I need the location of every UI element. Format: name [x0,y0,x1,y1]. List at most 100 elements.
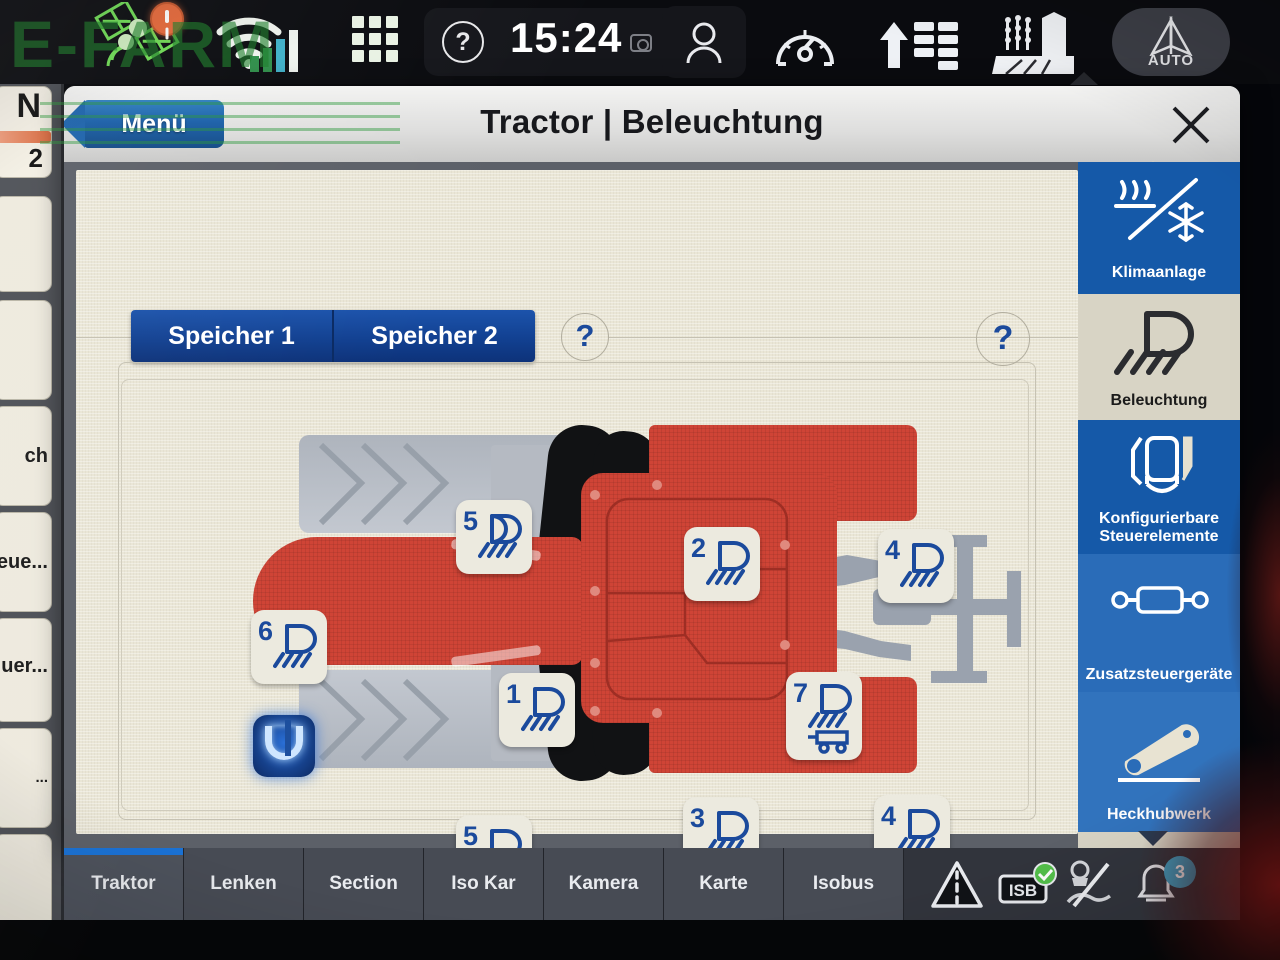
tab-isobus[interactable]: Isobus [784,848,904,920]
clock-label: 15:24 [510,14,623,61]
isb-icon[interactable]: ISB [998,862,1058,908]
dialog-title-bar: Menü Tractor | Beleuchtung [64,86,1240,162]
configurable-controls-icon [1131,436,1193,493]
sidebar-item-label: Klimaanlage [1111,264,1207,281]
list-item[interactable]: N 2 [0,86,52,178]
work-light-trailer-icon [808,684,852,754]
lighting-dialog: Menü Tractor | Beleuchtung Speicher 1 Sp… [64,86,1240,848]
light-badge-4-rear-left[interactable]: 4 [878,529,954,603]
background-list-panel: N 2 ch eue... uer... ... [0,84,64,938]
climate-control-icon [1114,178,1204,243]
lighting-content-panel: Speicher 1 Speicher 2 ? ? 5 6 1 2 4 7 5 … [76,170,1078,848]
implement-disabled-icon[interactable] [1062,860,1118,910]
user-profile-icon [686,22,722,64]
work-light-icon [273,624,317,668]
auto-steer-icon [1149,16,1193,56]
tab-speicher-2[interactable]: Speicher 2 [332,310,535,362]
light-badge-2[interactable]: 2 [684,527,760,601]
guidance-line-icon[interactable] [930,860,984,910]
list-item[interactable] [0,300,52,400]
sidebar-item-label: Konfigurierbare Steuerelemente [1098,510,1219,545]
list-item-sublabel: 2 [28,143,43,173]
sidebar-item-label: Zusatzsteuergeräte [1085,666,1233,683]
svg-text:ISB: ISB [1009,881,1037,900]
warning-badge-icon [150,2,184,36]
signal-bars-icon [250,30,298,72]
settings-side-menu: Klimaanlage Beleuchtung Konfigurierbare … [1078,161,1240,848]
divider [76,337,131,338]
auto-steer-button[interactable]: AUTO [1112,8,1230,76]
list-item-label: ... [35,769,48,786]
notification-bell-button[interactable]: 3 [1136,856,1196,910]
user-profile-button[interactable] [662,6,746,78]
sidebar-item-heckhubwerk[interactable]: Heckhubwerk [1078,692,1240,832]
memory-tab-group: Speicher 1 Speicher 2 [131,310,535,362]
tab-traktor[interactable]: Traktor [64,848,184,920]
work-light-icon [897,809,940,848]
sidemenu-notch [1070,72,1098,85]
rear-linkage-icon [1118,724,1200,782]
list-item-label: N [16,87,41,125]
screen-bezel-bottom [0,920,1280,960]
light-badge-5-rear[interactable]: 5 [456,815,532,848]
bottom-tab-bar: Traktor Lenken Section Iso Kar Kamera Ka… [64,848,1240,920]
diagram-help-button[interactable]: ? [976,312,1030,366]
auxiliary-valve-icon [1111,586,1209,614]
tab-karte[interactable]: Karte [664,848,784,920]
list-item[interactable] [0,196,52,292]
light-badge-number: 3 [690,803,706,833]
list-item-label: eue... [0,551,48,573]
tab-speicher-1[interactable]: Speicher 1 [131,310,332,362]
scroll-down-arrow-icon[interactable] [1138,831,1168,846]
light-badge-6[interactable]: 6 [251,610,327,684]
list-item-label: uer... [1,655,48,677]
work-light-icon [521,687,565,731]
work-light-icon [706,541,750,585]
dialog-body: Speicher 1 Speicher 2 ? ? 5 6 1 2 4 7 5 … [64,161,1240,848]
speedometer-icon[interactable] [774,18,836,70]
tread-pattern-right [318,678,450,762]
pencil-icon [0,131,51,143]
farm-field-icon[interactable] [992,12,1074,74]
tab-section[interactable]: Section [304,848,424,920]
list-item[interactable]: ... [0,728,52,828]
close-icon[interactable] [1168,102,1214,148]
sidebar-item-zusatzsteuergeraete[interactable]: Zusatzsteuergeräte [1078,554,1240,692]
light-badge-7-trailer[interactable]: 7 [786,672,862,760]
list-item[interactable]: ch [0,406,52,506]
u-light-glow-icon [265,720,303,760]
list-item[interactable]: eue... [0,512,52,612]
tab-lenken[interactable]: Lenken [184,848,304,920]
light-badge-3[interactable]: 3 [683,797,759,848]
sidebar-item-label: Heckhubwerk [1106,806,1212,823]
tab-kamera[interactable]: Kamera [544,848,664,920]
light-badge-1[interactable]: 1 [499,673,575,747]
work-light-icon [478,514,522,558]
light-badge-number: 4 [885,535,901,565]
light-badge-number: 5 [463,821,479,848]
sidebar-item-label: Beleuchtung [1110,392,1208,409]
sidebar-item-konfigurierbare-steuerelemente[interactable]: Konfigurierbare Steuerelemente [1078,420,1240,554]
sidebar-item-klimaanlage[interactable]: Klimaanlage [1078,162,1240,294]
lighting-icon [1114,311,1194,375]
light-badge-number: 1 [506,679,522,709]
camera-icon[interactable] [630,34,652,52]
help-icon[interactable]: ? [442,21,484,63]
light-badge-number: 5 [463,506,479,536]
light-badge-5-front[interactable]: 5 [456,500,532,574]
work-light-icon [707,811,749,848]
list-item[interactable]: uer... [0,618,52,722]
sidebar-item-beleuchtung[interactable]: Beleuchtung [1078,294,1240,420]
app-grid-icon[interactable] [352,16,400,66]
light-badge-number: 7 [793,678,809,708]
data-transfer-icon[interactable] [878,18,962,70]
light-badge-number: 6 [258,616,274,646]
tab-help-button[interactable]: ? [561,313,609,361]
status-icon-tray: ISB 3 [904,848,1240,920]
tab-iso-kar[interactable]: Iso Kar [424,848,544,920]
front-light-active-indicator[interactable] [253,715,315,777]
light-badge-4-rear-right[interactable]: 4 [874,795,950,848]
light-badge-number: 4 [881,801,897,831]
light-badge-number: 2 [691,533,707,563]
notification-count-badge: 3 [1164,856,1196,888]
